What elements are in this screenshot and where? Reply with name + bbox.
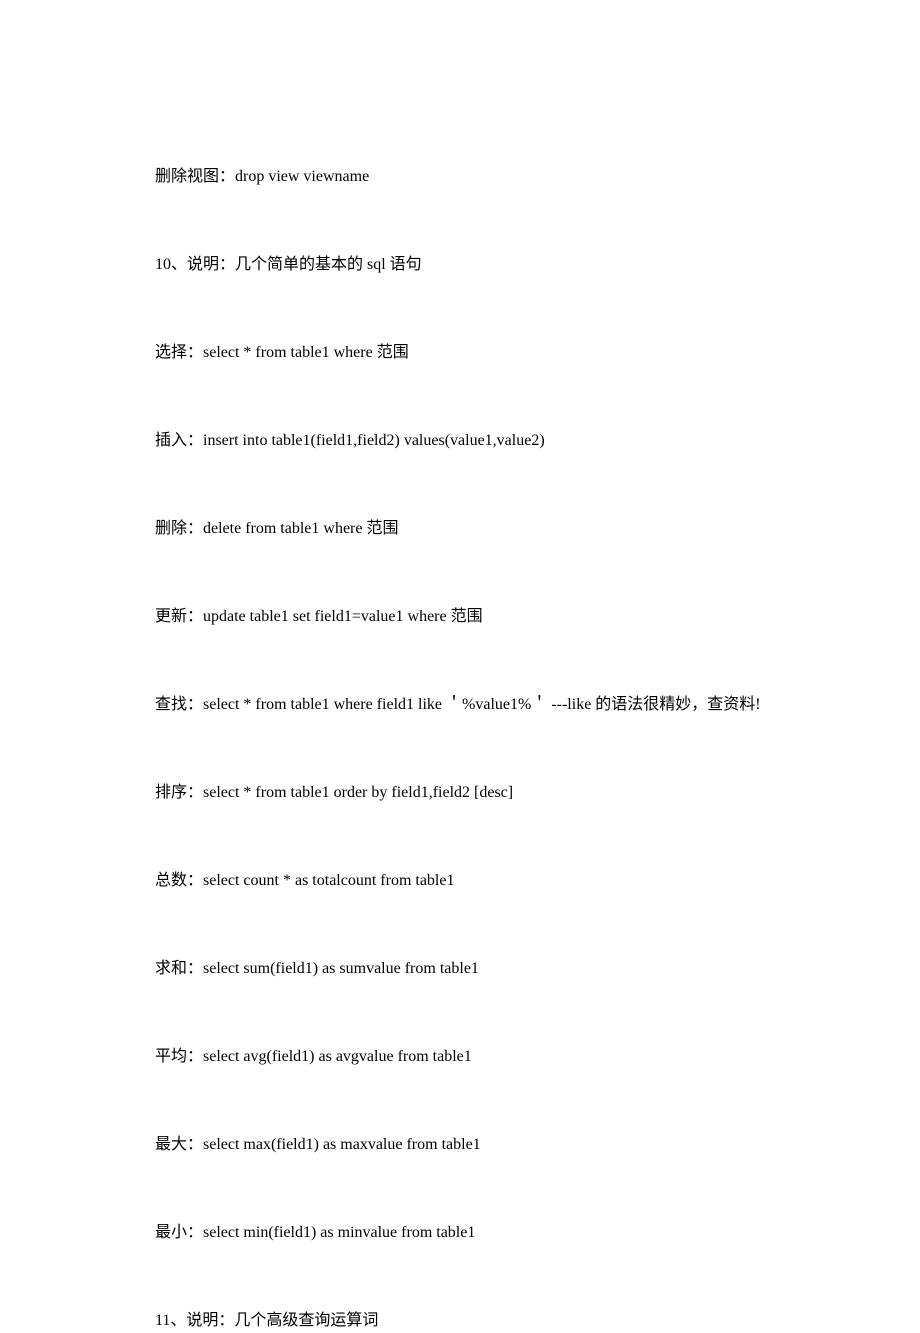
text-line-2: 选择：select * from table1 where 范围 [155, 341, 765, 365]
text-line-1: 10、说明：几个简单的基本的 sql 语句 [155, 253, 765, 277]
text-line-9: 求和：select sum(field1) as sumvalue from t… [155, 957, 765, 981]
text-line-10: 平均：select avg(field1) as avgvalue from t… [155, 1045, 765, 1069]
text-line-12: 最小：select min(field1) as minvalue from t… [155, 1221, 765, 1245]
text-line-13: 11、说明：几个高级查询运算词 [155, 1309, 765, 1333]
text-line-4: 删除：delete from table1 where 范围 [155, 517, 765, 541]
text-line-0: 删除视图：drop view viewname [155, 165, 765, 189]
text-line-3: 插入：insert into table1(field1,field2) val… [155, 429, 765, 453]
text-line-6: 查找：select * from table1 where field1 lik… [155, 693, 765, 717]
text-line-8: 总数：select count * as totalcount from tab… [155, 869, 765, 893]
text-line-7: 排序：select * from table1 order by field1,… [155, 781, 765, 805]
text-line-11: 最大：select max(field1) as maxvalue from t… [155, 1133, 765, 1157]
text-line-5: 更新：update table1 set field1=value1 where… [155, 605, 765, 629]
